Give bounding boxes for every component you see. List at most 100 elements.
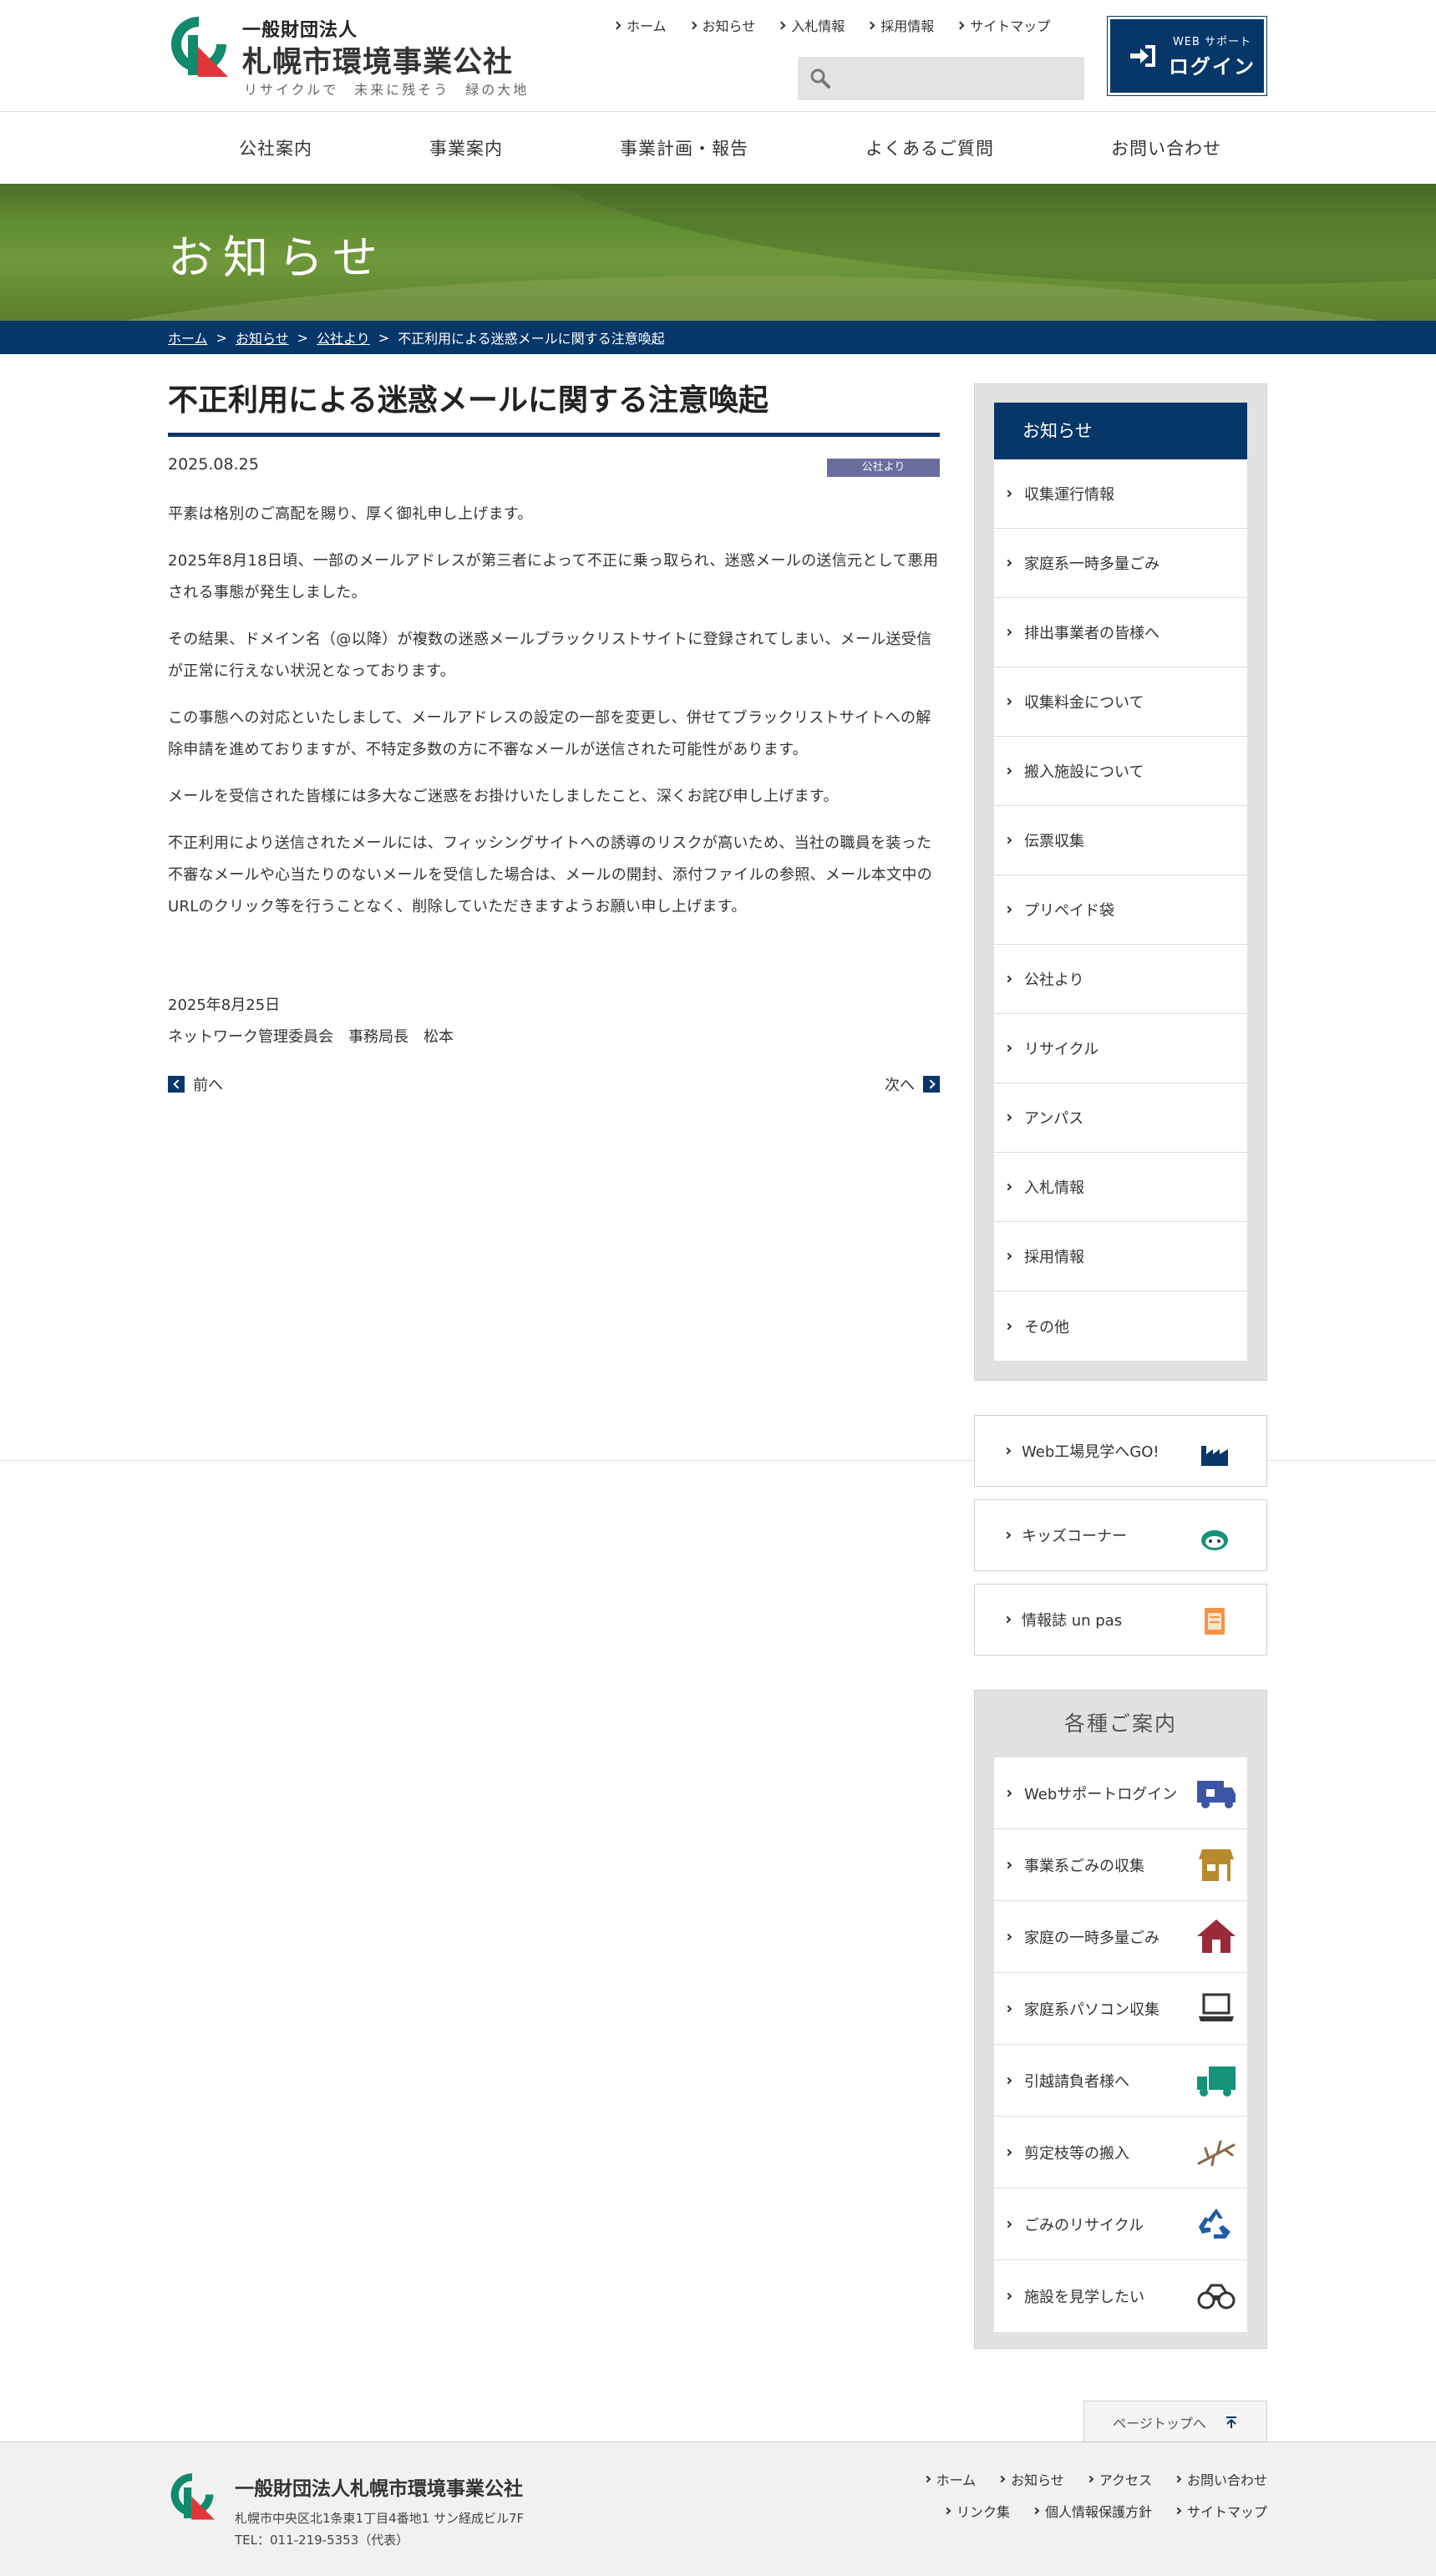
sidebar-item-prepaid-bags[interactable]: プリペイド袋	[994, 875, 1247, 945]
logo-icon[interactable]	[168, 13, 230, 79]
article-paragraph: この事態への対応といたしまして、メールアドレスの設定の一部を変更し、併せてブラッ…	[168, 709, 931, 758]
article-paragraph: メールを受信された皆様には多大なご迷惑をお掛けいたしましたこと、深くお詫び申し上…	[168, 788, 839, 805]
recycle-icon	[1199, 2208, 1230, 2239]
sidebar-item-from-corp[interactable]: 公社より	[994, 945, 1247, 1014]
footer-link-links[interactable]: リンク集	[943, 2501, 1010, 2521]
sidebar-item-unpas[interactable]: アンパス	[994, 1083, 1247, 1153]
guide-heading: 各種ご案内	[1063, 1711, 1177, 1736]
chevron-right-icon	[1004, 1044, 1012, 1052]
chevron-right-icon	[1004, 2220, 1012, 2228]
search-icon[interactable]	[809, 68, 831, 89]
factory-icon	[1201, 1446, 1228, 1466]
chevron-right-icon	[1004, 559, 1012, 567]
page-top-label: ページトップへ	[1113, 2415, 1206, 2431]
sidebar-item-businesses[interactable]: 排出事業者の皆様へ	[994, 598, 1247, 667]
chevron-right-icon	[1004, 489, 1012, 498]
utility-nav: ホーム お知らせ 入札情報 採用情報 サイトマップ	[612, 15, 1073, 35]
sidebar-item-facilities[interactable]: 搬入施設について	[994, 737, 1247, 806]
chevron-right-icon	[612, 21, 622, 29]
guide-item-pruned-branches[interactable]: 剪定枝等の搬入	[994, 2117, 1247, 2188]
unpas-magazine-button[interactable]: 情報誌 un pas	[974, 1584, 1267, 1656]
chevron-right-icon	[1004, 2077, 1012, 2084]
footer-address: 札幌市中央区北1条東1丁目4番地1 サン経成ビル7F	[235, 2511, 525, 2526]
hero-banner: お知らせ	[0, 184, 1436, 321]
guide-item-pc-collection[interactable]: 家庭系パソコン収集	[994, 1973, 1247, 2045]
binoculars-icon	[1197, 2284, 1236, 2310]
web-support-login-button[interactable]: WEB サポート ログイン	[1107, 16, 1267, 96]
utility-link-bids[interactable]: 入札情報	[777, 15, 845, 35]
kids-corner-button[interactable]: キッズコーナー	[974, 1499, 1267, 1571]
sidebar-item-bids[interactable]: 入札情報	[994, 1153, 1247, 1222]
web-factory-tour-button[interactable]: Web工場見学へGO!	[974, 1415, 1267, 1487]
footer-link-news[interactable]: お知らせ	[997, 2469, 1064, 2489]
utility-link-recruit[interactable]: 採用情報	[866, 15, 934, 35]
article-date: 2025.08.25	[168, 455, 259, 474]
article-pager: 前へ 次へ	[168, 1073, 940, 1097]
sidebar-item-recycle[interactable]: リサイクル	[994, 1014, 1247, 1083]
sidebar-item-recruit[interactable]: 採用情報	[994, 1222, 1247, 1291]
prev-link[interactable]: 前へ	[168, 1073, 223, 1095]
article-paragraph: 不正利用により送信されたメールには、フィッシングサイトへの誘導のリスクが高いため…	[168, 834, 932, 915]
sidebar-item-slip-collection[interactable]: 伝票収集	[994, 806, 1247, 875]
site-header: 一般財団法人 札幌市環境事業公社 リサイクルで 未来に残そう 緑の大地 ホーム …	[0, 0, 1436, 112]
guide-item-business-waste[interactable]: 事業系ごみの収集	[994, 1829, 1247, 1901]
next-label: 次へ	[885, 1077, 915, 1094]
global-nav: 公社案内 事業案内 事業計画・報告 よくあるご質問 お問い合わせ	[168, 112, 1267, 184]
footer-links-row-1: ホーム お知らせ アクセス お問い合わせ	[901, 2469, 1267, 2489]
utility-link-news[interactable]: お知らせ	[688, 15, 755, 35]
chevron-right-icon	[1004, 767, 1012, 775]
page-top-button[interactable]: ページトップへ	[1083, 2401, 1267, 2442]
guide-item-web-support-login[interactable]: Webサポートログイン	[994, 1757, 1247, 1829]
next-link[interactable]: 次へ	[885, 1073, 940, 1095]
footer-link-sitemap[interactable]: サイトマップ	[1174, 2501, 1267, 2521]
moving-truck-icon	[1197, 2066, 1236, 2097]
chevron-right-icon	[1004, 697, 1012, 706]
chevron-right-icon	[866, 21, 875, 29]
gnav-item-plans-reports[interactable]: 事業計画・報告	[620, 135, 748, 160]
branch-icon	[1197, 2140, 1236, 2167]
search-input[interactable]	[840, 70, 1073, 87]
gnav-item-services[interactable]: 事業案内	[429, 135, 503, 160]
article-paragraph: 平素は格別のご高配を賜り、厚く御礼申し上げます。	[168, 505, 533, 523]
guide-item-recycle[interactable]: ごみのリサイクル	[994, 2188, 1247, 2260]
guide-item-movers[interactable]: 引越請負者様へ	[994, 2045, 1247, 2117]
chevron-right-icon	[1004, 1933, 1012, 1940]
sidebar-item-collection-schedule[interactable]: 収集運行情報	[994, 459, 1247, 529]
arrow-up-icon	[1225, 2416, 1236, 2428]
article: 不正利用による迷惑メールに関する注意喚起 2025.08.25 公社より 平素は…	[168, 381, 940, 1097]
chevron-right-icon	[923, 1076, 940, 1093]
footer-link-privacy[interactable]: 個人情報保護方針	[1032, 2501, 1152, 2521]
breadcrumb-separator: >	[216, 329, 227, 346]
breadcrumb: ホーム > お知らせ > 公社より > 不正利用による迷惑メールに関する注意喚起	[0, 321, 1436, 354]
gnav-item-contact[interactable]: お問い合わせ	[1111, 135, 1221, 160]
chevron-right-icon	[1004, 628, 1012, 636]
chevron-right-icon	[1004, 975, 1012, 983]
chevron-right-icon	[923, 2475, 931, 2483]
sidebar-news-categories: お知らせ 収集運行情報 家庭系一時多量ごみ 排出事業者の皆様へ 収集料金について…	[974, 383, 1267, 1381]
footer-org-name: 一般財団法人札幌市環境事業公社	[235, 2478, 523, 2500]
article-paragraph: 2025年8月18日頃、一部のメールアドレスが第三者によって不正に乗っ取られ、迷…	[168, 552, 939, 601]
search-box	[798, 57, 1084, 100]
breadcrumb-news[interactable]: お知らせ	[236, 327, 289, 347]
footer-logo-icon[interactable]	[168, 2471, 216, 2521]
sidebar-item-household-bulk[interactable]: 家庭系一時多量ごみ	[994, 529, 1247, 598]
footer-link-home[interactable]: ホーム	[923, 2469, 976, 2489]
sidebar-item-other[interactable]: その他	[994, 1291, 1247, 1361]
chevron-right-icon	[1004, 2005, 1012, 2012]
gnav-item-about[interactable]: 公社案内	[239, 135, 312, 160]
footer-link-access[interactable]: アクセス	[1086, 2469, 1152, 2489]
guide-item-facility-tour[interactable]: 施設を見学したい	[994, 2260, 1247, 2332]
chevron-right-icon	[1004, 2148, 1012, 2156]
utility-link-home[interactable]: ホーム	[612, 15, 667, 35]
utility-link-sitemap[interactable]: サイトマップ	[956, 15, 1050, 35]
gnav-item-faq[interactable]: よくあるご質問	[865, 135, 994, 160]
logo-org-name[interactable]: 札幌市環境事業公社	[242, 38, 513, 81]
footer-link-contact[interactable]: お問い合わせ	[1174, 2469, 1267, 2489]
breadcrumb-category[interactable]: 公社より	[317, 327, 370, 347]
chevron-right-icon	[1003, 1615, 1012, 1624]
sidebar-item-fees[interactable]: 収集料金について	[994, 667, 1247, 737]
guide-item-household-bulk[interactable]: 家庭の一時多量ごみ	[994, 1901, 1247, 1973]
breadcrumb-home[interactable]: ホーム	[168, 327, 208, 347]
footer-tel: TEL：011-219-5353（代表）	[235, 2533, 409, 2548]
chevron-right-icon	[1004, 1789, 1012, 1797]
